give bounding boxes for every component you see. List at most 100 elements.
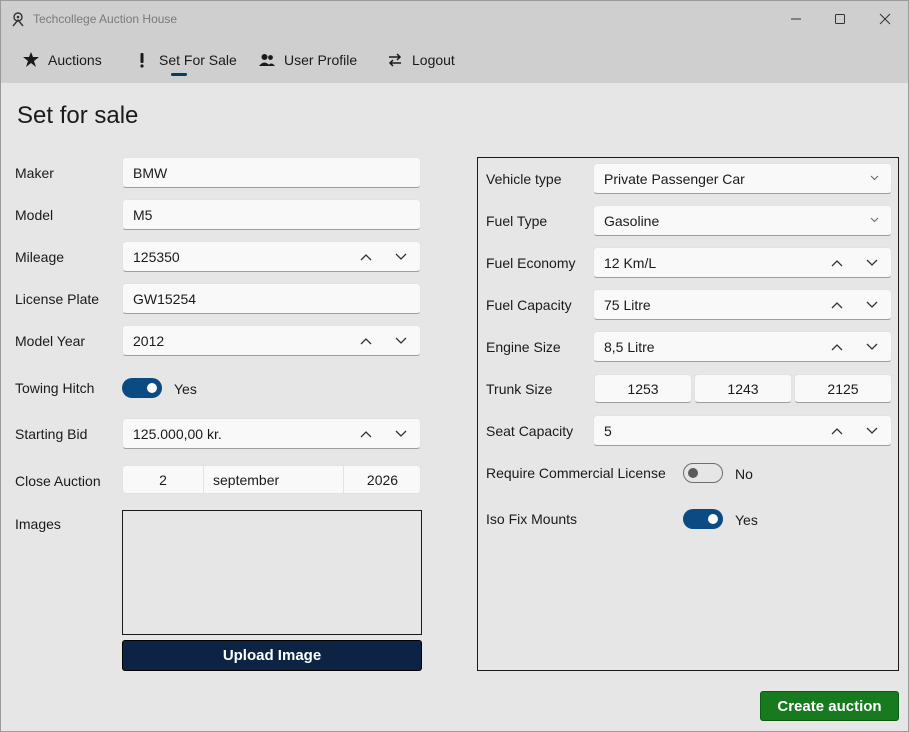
images-label: Images bbox=[15, 516, 61, 532]
close-button[interactable] bbox=[862, 5, 908, 33]
chevron-down-icon bbox=[395, 430, 407, 437]
trunk-size-width-input[interactable]: 1243 bbox=[694, 374, 792, 403]
active-tab-indicator bbox=[171, 73, 187, 76]
close-auction-label: Close Auction bbox=[15, 473, 101, 489]
window-title: Techcollege Auction House bbox=[33, 12, 178, 26]
starting-bid-stepper[interactable]: 125.000,00 kr. bbox=[122, 418, 421, 449]
nav-item-user-profile[interactable]: User Profile bbox=[258, 37, 357, 83]
date-day[interactable]: 2 bbox=[123, 466, 203, 493]
nav-label-user-profile: User Profile bbox=[284, 52, 358, 68]
chevron-up-icon bbox=[360, 253, 372, 260]
chevron-down-icon bbox=[866, 343, 878, 350]
engine-size-decrement-button[interactable] bbox=[857, 332, 887, 361]
maker-value: BMW bbox=[133, 164, 168, 181]
mileage-increment-button[interactable] bbox=[351, 242, 381, 271]
chevron-up-icon bbox=[831, 259, 843, 266]
engine-size-label: Engine Size bbox=[486, 339, 561, 355]
engine-size-value: 8,5 Litre bbox=[604, 338, 655, 355]
commercial-license-toggle[interactable] bbox=[683, 463, 723, 483]
model-year-stepper[interactable]: 2012 bbox=[122, 325, 421, 356]
date-year[interactable]: 2026 bbox=[344, 466, 421, 493]
towing-hitch-label: Towing Hitch bbox=[15, 380, 95, 396]
chevron-up-icon bbox=[360, 337, 372, 344]
commercial-license-state: No bbox=[735, 466, 753, 482]
chevron-down-icon bbox=[869, 215, 879, 225]
seat-capacity-increment-button[interactable] bbox=[822, 416, 852, 445]
model-label: Model bbox=[15, 207, 54, 223]
starting-bid-value: 125.000,00 kr. bbox=[133, 425, 222, 442]
fuel-economy-label: Fuel Economy bbox=[486, 255, 576, 271]
trunk-size-height-input[interactable]: 2125 bbox=[794, 374, 892, 403]
nav-item-auctions[interactable]: Auctions bbox=[22, 37, 102, 83]
commercial-license-label: Require Commercial License bbox=[486, 465, 666, 481]
iso-fix-state: Yes bbox=[735, 512, 758, 528]
seat-capacity-decrement-button[interactable] bbox=[857, 416, 887, 445]
model-year-decrement-button[interactable] bbox=[386, 326, 416, 355]
nav-item-logout[interactable]: Logout bbox=[386, 37, 455, 83]
trunk-size-length-input[interactable]: 1253 bbox=[594, 374, 692, 403]
fuel-economy-increment-button[interactable] bbox=[822, 248, 852, 277]
engine-size-stepper[interactable]: 8,5 Litre bbox=[593, 331, 892, 362]
vehicle-type-select[interactable]: Private Passenger Car bbox=[593, 163, 892, 194]
engine-size-increment-button[interactable] bbox=[822, 332, 852, 361]
page-title: Set for sale bbox=[17, 102, 139, 129]
mileage-decrement-button[interactable] bbox=[386, 242, 416, 271]
create-auction-button[interactable]: Create auction bbox=[760, 691, 899, 721]
app-window: Techcollege Auction House Auctions Set F… bbox=[0, 0, 909, 732]
fuel-capacity-label: Fuel Capacity bbox=[486, 297, 572, 313]
towing-hitch-state: Yes bbox=[174, 381, 197, 397]
nav-bar: Auctions Set For Sale User Profile Logou… bbox=[1, 37, 908, 83]
model-year-label: Model Year bbox=[15, 333, 86, 349]
fuel-capacity-increment-button[interactable] bbox=[822, 290, 852, 319]
mileage-label: Mileage bbox=[15, 249, 65, 265]
nav-label-auctions: Auctions bbox=[48, 52, 102, 68]
trunk-size-label: Trunk Size bbox=[486, 381, 553, 397]
mileage-value: 125350 bbox=[133, 248, 180, 265]
fuel-type-value: Gasoline bbox=[604, 212, 660, 229]
minimize-button[interactable] bbox=[773, 5, 819, 33]
fuel-economy-stepper[interactable]: 12 Km/L bbox=[593, 247, 892, 278]
exclamation-icon bbox=[133, 51, 151, 69]
license-plate-value: GW15254 bbox=[133, 290, 197, 307]
nav-label-set-for-sale: Set For Sale bbox=[159, 52, 237, 68]
mileage-stepper[interactable]: 125350 bbox=[122, 241, 421, 272]
towing-hitch-toggle[interactable] bbox=[122, 378, 162, 398]
auction-icon bbox=[22, 51, 40, 69]
date-month[interactable]: september bbox=[213, 466, 279, 493]
chevron-down-icon bbox=[869, 173, 879, 183]
license-plate-input[interactable]: GW15254 bbox=[122, 283, 421, 314]
maker-input[interactable]: BMW bbox=[122, 157, 421, 188]
chevron-down-icon bbox=[395, 253, 407, 260]
chevron-down-icon bbox=[866, 259, 878, 266]
logout-icon bbox=[386, 51, 404, 69]
chevron-up-icon bbox=[831, 343, 843, 350]
maximize-button[interactable] bbox=[817, 5, 863, 33]
fuel-capacity-stepper[interactable]: 75 Litre bbox=[593, 289, 892, 320]
model-input[interactable]: M5 bbox=[122, 199, 421, 230]
chevron-up-icon bbox=[831, 301, 843, 308]
vehicle-type-label: Vehicle type bbox=[486, 171, 562, 187]
fuel-capacity-value: 75 Litre bbox=[604, 296, 651, 313]
upload-image-button[interactable]: Upload Image bbox=[122, 640, 422, 671]
model-year-increment-button[interactable] bbox=[351, 326, 381, 355]
chevron-down-icon bbox=[866, 427, 878, 434]
app-logo-icon bbox=[10, 11, 26, 27]
model-year-value: 2012 bbox=[133, 332, 165, 349]
close-icon bbox=[879, 13, 891, 25]
seat-capacity-stepper[interactable]: 5 bbox=[593, 415, 892, 446]
chevron-up-icon bbox=[360, 430, 372, 437]
close-auction-date-picker[interactable]: 2 september 2026 bbox=[122, 465, 421, 494]
nav-label-logout: Logout bbox=[412, 52, 455, 68]
fuel-type-select[interactable]: Gasoline bbox=[593, 205, 892, 236]
iso-fix-toggle[interactable] bbox=[683, 509, 723, 529]
starting-bid-decrement-button[interactable] bbox=[386, 419, 416, 448]
fuel-capacity-decrement-button[interactable] bbox=[857, 290, 887, 319]
nav-item-set-for-sale[interactable]: Set For Sale bbox=[133, 37, 237, 83]
fuel-economy-decrement-button[interactable] bbox=[857, 248, 887, 277]
maker-label: Maker bbox=[15, 165, 54, 181]
starting-bid-increment-button[interactable] bbox=[351, 419, 381, 448]
minimize-icon bbox=[791, 18, 801, 20]
iso-fix-label: Iso Fix Mounts bbox=[486, 511, 578, 527]
starting-bid-label: Starting Bid bbox=[15, 426, 88, 442]
chevron-down-icon bbox=[866, 301, 878, 308]
